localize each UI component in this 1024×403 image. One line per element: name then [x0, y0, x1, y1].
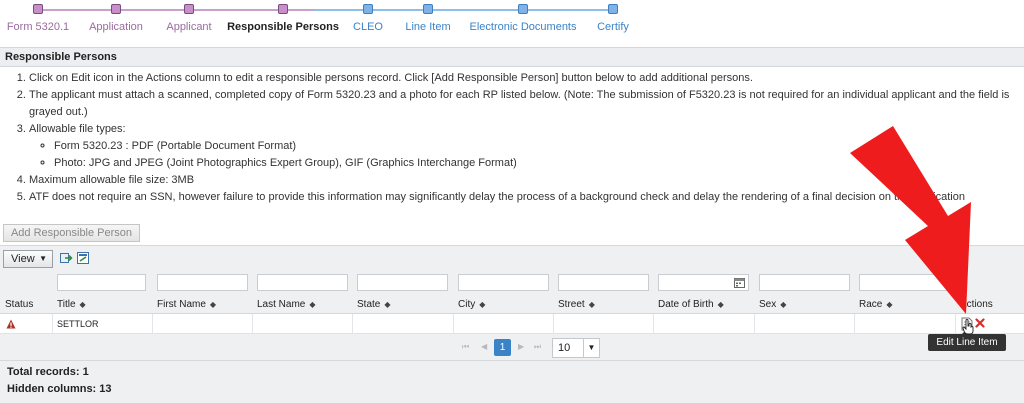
delete-icon[interactable]: [975, 318, 985, 328]
column-header-label: First Name: [157, 299, 206, 310]
previous-page-icon[interactable]: ◀: [481, 342, 487, 351]
column-header-city[interactable]: City ◆: [458, 299, 485, 310]
calendar-icon[interactable]: [734, 277, 745, 288]
column-divider: [955, 314, 956, 334]
column-header-label: City: [458, 299, 476, 310]
grid-toolbar: View ▼: [0, 245, 1024, 270]
hand-cursor-icon: [962, 319, 974, 335]
column-header-label: State: [357, 299, 381, 310]
sort-icon: ◆: [780, 300, 787, 309]
sort-icon: ◆: [209, 300, 217, 309]
page-size-select[interactable]: 10 ▼: [552, 338, 600, 358]
first-page-icon[interactable]: ⏮: [462, 342, 469, 352]
current-page-button[interactable]: 1: [494, 339, 511, 356]
progress-stepper: Form 5320.1 Application Applicant Respon…: [0, 0, 1024, 44]
instruction-subitem: Form 5320.23 : PDF (Portable Document Fo…: [54, 138, 1024, 155]
column-divider: [152, 314, 153, 334]
instruction-text: Allowable file types:: [29, 123, 126, 135]
table-row[interactable]: SETTLOR: [0, 314, 1024, 334]
sort-icon: ◆: [717, 300, 724, 309]
total-records: Total records: 1: [7, 366, 89, 378]
instruction-item: The applicant must attach a scanned, com…: [29, 87, 1024, 121]
step-label: Certify: [597, 21, 629, 33]
grid-header-row: Status Title ◆ First Name ◆ Last Name ◆ Sta…: [0, 295, 1024, 314]
step-marker: [33, 4, 43, 14]
column-divider: [553, 314, 554, 334]
column-divider: [352, 314, 353, 334]
column-header-label: Actions: [960, 299, 993, 310]
caret-down-icon: ▼: [39, 254, 47, 263]
column-header-title[interactable]: Title ◆: [57, 299, 86, 310]
filter-street-input[interactable]: [558, 274, 649, 291]
instruction-item: Click on Edit icon in the Actions column…: [29, 70, 1024, 87]
column-header-label: Title: [57, 299, 76, 310]
column-divider: [653, 314, 654, 334]
column-header-label: Date of Birth: [658, 299, 714, 310]
column-divider: [854, 314, 855, 334]
column-header-label: Sex: [759, 299, 777, 310]
column-header-race[interactable]: Race ◆: [859, 299, 893, 310]
sort-icon: ◆: [309, 300, 316, 309]
column-header-last-name[interactable]: Last Name ◆: [257, 299, 316, 310]
column-header-state[interactable]: State ◆: [357, 299, 391, 310]
export-icon[interactable]: [60, 252, 73, 264]
page-size-value: 10: [558, 342, 571, 354]
sort-icon: ◆: [479, 300, 486, 309]
step-marker: [608, 4, 618, 14]
instruction-subitem: Photo: JPG and JPEG (Joint Photographics…: [54, 155, 1024, 172]
column-header-label: Race: [859, 299, 883, 310]
sort-icon: ◆: [384, 300, 391, 309]
step-marker: [518, 4, 528, 14]
instruction-item: Maximum allowable file size: 3MB: [29, 172, 1024, 189]
filter-dob-input[interactable]: [658, 274, 749, 291]
filter-first-name-input[interactable]: [157, 274, 248, 291]
next-page-icon[interactable]: ▶: [518, 342, 524, 351]
column-header-sex[interactable]: Sex ◆: [759, 299, 786, 310]
filter-race-input[interactable]: [859, 274, 950, 291]
instruction-text: grayed out.): [29, 106, 88, 118]
view-label: View: [11, 253, 35, 265]
filter-city-input[interactable]: [458, 274, 549, 291]
filter-last-name-input[interactable]: [257, 274, 348, 291]
column-header-label: Street: [558, 299, 585, 310]
warning-icon: [6, 319, 16, 329]
sort-icon: ◆: [588, 300, 595, 309]
column-header-status[interactable]: Status: [5, 299, 33, 310]
step-marker: [184, 4, 194, 14]
step-certify[interactable]: Certify: [543, 0, 683, 33]
edit-line-item-tooltip: Edit Line Item: [928, 330, 1006, 351]
column-divider: [754, 314, 755, 334]
edit-columns-icon[interactable]: [77, 252, 90, 264]
column-header-date-of-birth[interactable]: Date of Birth ◆: [658, 299, 724, 310]
step-marker: [278, 4, 288, 14]
column-divider: [453, 314, 454, 334]
column-header-label: Last Name: [257, 299, 306, 310]
instructions: Click on Edit icon in the Actions column…: [0, 70, 1024, 206]
column-header-label: Status: [5, 299, 34, 310]
last-page-icon[interactable]: ⏭: [534, 342, 541, 352]
filter-state-input[interactable]: [357, 274, 448, 291]
sort-icon: ◆: [886, 300, 893, 309]
filter-row: [0, 270, 1024, 295]
cell-title: SETTLOR: [57, 319, 99, 329]
filter-title-input[interactable]: [57, 274, 146, 291]
instruction-item: ATF does not require an SSN, however fai…: [29, 189, 1024, 206]
add-responsible-person-button[interactable]: Add Responsible Person: [3, 224, 140, 242]
step-marker: [423, 4, 433, 14]
caret-down-icon: ▼: [583, 339, 599, 357]
view-menu-button[interactable]: View ▼: [3, 250, 53, 268]
column-header-actions: Actions: [960, 299, 993, 310]
instruction-text: The applicant must attach a scanned, com…: [29, 89, 1010, 101]
column-header-street[interactable]: Street ◆: [558, 299, 595, 310]
column-header-first-name[interactable]: First Name ◆: [157, 299, 216, 310]
column-divider: [252, 314, 253, 334]
filter-sex-input[interactable]: [759, 274, 850, 291]
grid-footer: Total records: 1 Hidden columns: 13: [0, 361, 1024, 403]
pagination-bar: ⏮ ◀ 1 ▶ ⏭ 10 ▼: [0, 334, 1024, 361]
hidden-columns: Hidden columns: 13: [7, 383, 112, 395]
column-divider: [52, 314, 53, 334]
sort-icon: ◆: [79, 300, 86, 309]
panel-title: Responsible Persons: [0, 47, 1024, 67]
instruction-item: Allowable file types: Form 5320.23 : PDF…: [29, 121, 1024, 172]
